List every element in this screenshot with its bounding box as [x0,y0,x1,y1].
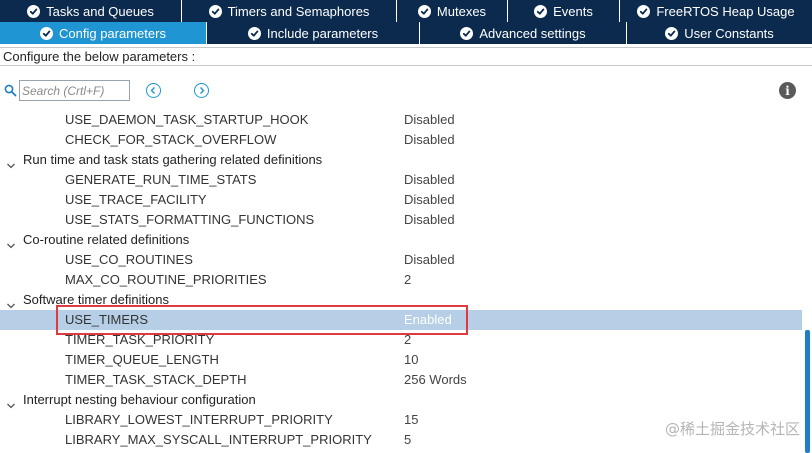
parameter-row[interactable]: TIMER_TASK_STACK_DEPTH 256 Words [0,370,802,390]
tab-include-parameters[interactable]: Include parameters [207,22,420,44]
parameter-name: TIMER_TASK_PRIORITY [65,332,215,347]
parameter-value[interactable]: 15 [404,410,418,430]
check-icon [27,4,41,18]
parameter-row[interactable]: USE_DAEMON_TASK_STARTUP_HOOK Disabled [0,110,802,130]
parameter-value[interactable]: Disabled [404,130,455,150]
parameter-row[interactable]: TIMER_TASK_PRIORITY 2 [0,330,802,350]
parameter-name: TIMER_QUEUE_LENGTH [65,352,219,367]
parameter-name: TIMER_TASK_STACK_DEPTH [65,372,247,387]
tab-label: Mutexes [436,3,487,19]
tab-timers-and-semaphores[interactable]: Timers and Semaphores [182,0,397,22]
tab-label: Tasks and Queues [46,3,154,19]
tab-label: Config parameters [59,25,166,41]
check-icon [208,4,222,18]
check-icon [247,26,261,40]
check-icon [665,26,679,40]
check-icon [40,26,54,40]
section-subtitle: Configure the below parameters : [0,47,812,66]
parameter-value[interactable]: Disabled [404,110,455,130]
parameter-name: MAX_CO_ROUTINE_PRIORITIES [65,272,267,287]
parameter-name: USE_DAEMON_TASK_STARTUP_HOOK [65,112,309,127]
parameter-name: USE_TIMERS [65,312,149,327]
parameter-name: CHECK_FOR_STACK_OVERFLOW [65,132,277,147]
parameter-row[interactable]: USE_STATS_FORMATTING_FUNCTIONS Disabled [0,210,802,230]
parameter-value[interactable]: Disabled [404,190,455,210]
parameter-name: USE_CO_ROUTINES [65,252,193,267]
group-label: Run time and task stats gathering relate… [23,152,323,167]
check-icon [460,26,474,40]
tab-advanced-settings[interactable]: Advanced settings [420,22,627,44]
info-icon[interactable]: i [779,82,796,99]
tab-label: Advanced settings [479,25,586,41]
group-label: Software timer definitions [23,292,169,307]
tab-label: Events [553,3,593,19]
tab-user-constants[interactable]: User Constants [627,22,812,44]
chevron-right-icon [200,87,205,94]
parameter-row[interactable]: USE_TRACE_FACILITY Disabled [0,190,802,210]
group-label: Co-routine related definitions [23,232,190,247]
parameter-name: USE_STATS_FORMATTING_FUNCTIONS [65,212,315,227]
parameter-value[interactable]: Disabled [404,170,455,190]
parameter-value[interactable]: 5 [404,430,411,450]
parameter-row[interactable]: MAX_CO_ROUTINE_PRIORITIES 2 [0,270,802,290]
check-icon [637,4,651,18]
tab-events[interactable]: Events [508,0,620,22]
scrollbar-thumb[interactable] [805,330,810,453]
tab-mutexes[interactable]: Mutexes [397,0,508,22]
tab-freertos-heap-usage[interactable]: FreeRTOS Heap Usage [620,0,812,22]
parameter-name: USE_TRACE_FACILITY [65,192,207,207]
check-icon [417,4,431,18]
group-row[interactable]: Interrupt nesting behaviour configuratio… [0,390,802,410]
group-label: Interrupt nesting behaviour configuratio… [23,392,256,407]
parameter-value[interactable]: 2 [404,270,411,290]
chevron-left-icon [150,87,155,94]
previous-match-button[interactable] [146,83,161,98]
tab-label: Timers and Semaphores [227,3,370,19]
search-icon[interactable] [4,84,17,100]
parameter-value[interactable]: 10 [404,350,418,370]
tab-row-bottom: Config parameters Include parameters Advan… [0,22,812,44]
parameter-row[interactable]: USE_TIMERS Enabled [0,310,802,330]
tab-label: FreeRTOS Heap Usage [656,3,795,19]
parameter-value[interactable]: Disabled [404,210,455,230]
parameter-row[interactable]: USE_CO_ROUTINES Disabled [0,250,802,270]
watermark: @稀土掘金技术社区 [664,420,800,438]
next-match-button[interactable] [194,83,209,98]
group-row[interactable]: Software timer definitions [0,290,802,310]
check-icon [534,4,548,18]
group-row[interactable]: Co-routine related definitions [0,230,802,250]
group-row[interactable]: Run time and task stats gathering relate… [0,150,802,170]
tab-row-top: Tasks and Queues Timers and Semaphores Mut… [0,0,812,22]
parameter-name: GENERATE_RUN_TIME_STATS [65,172,257,187]
parameter-value[interactable]: 2 [404,330,411,350]
parameter-name: LIBRARY_MAX_SYSCALL_INTERRUPT_PRIORITY [65,432,372,447]
search-input[interactable] [19,80,130,101]
parameter-list: USE_DAEMON_TASK_STARTUP_HOOK Disabled CHEC… [0,110,802,450]
tab-label: User Constants [684,25,774,41]
parameter-value[interactable]: 256 Words [404,370,467,390]
tab-config-parameters[interactable]: Config parameters [0,22,207,44]
parameter-row[interactable]: GENERATE_RUN_TIME_STATS Disabled [0,170,802,190]
tab-tasks-and-queues[interactable]: Tasks and Queues [0,0,182,22]
tab-label: Include parameters [266,25,379,41]
parameter-name: LIBRARY_LOWEST_INTERRUPT_PRIORITY [65,412,333,427]
parameter-value[interactable]: Disabled [404,250,455,270]
toolbar: i [0,79,812,103]
parameter-row[interactable]: TIMER_QUEUE_LENGTH 10 [0,350,802,370]
parameter-row[interactable]: CHECK_FOR_STACK_OVERFLOW Disabled [0,130,802,150]
parameter-value[interactable]: Enabled [404,310,452,330]
